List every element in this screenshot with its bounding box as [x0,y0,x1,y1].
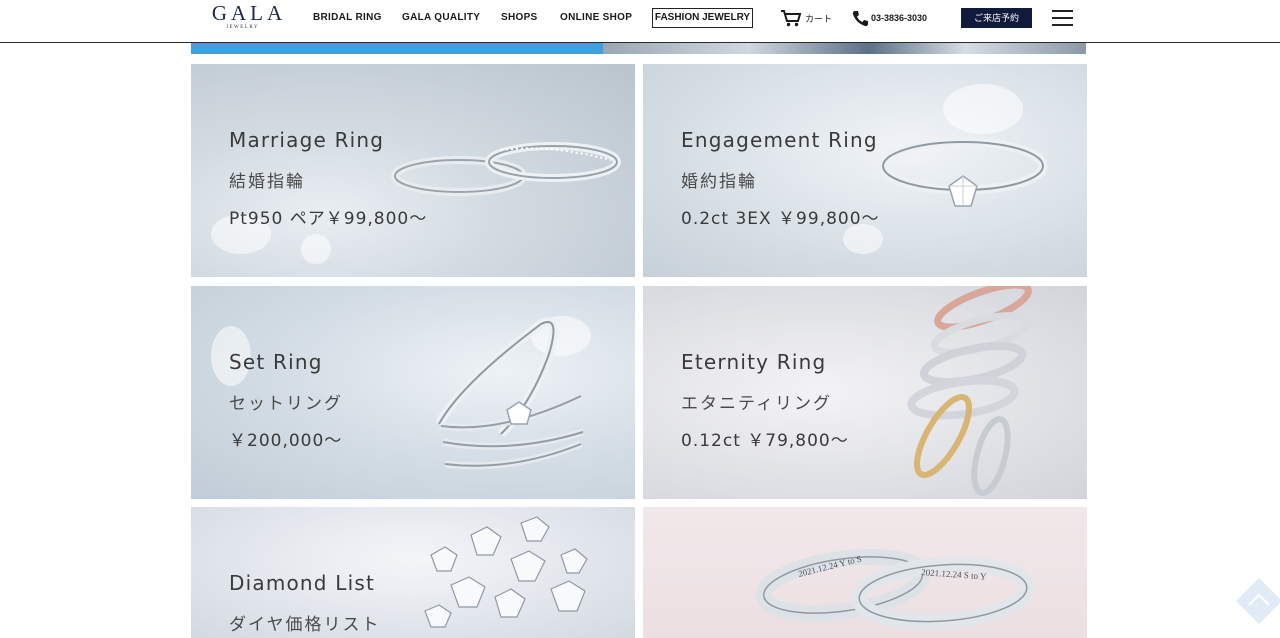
logo-wordmark: GALA [211,1,287,25]
diamonds-image [424,516,588,628]
phone-icon [852,10,868,26]
set-ring-image [435,317,585,470]
hamburger-menu-icon[interactable] [1052,10,1073,26]
nav-bridal-ring[interactable]: BRIDAL RING [313,12,382,23]
card-price: Pt950 ペア￥99,800〜 [229,209,428,229]
card-engraving-rings[interactable]: 2021.12.24 Y to S 2021.12.24 S to Y [643,507,1087,638]
cart-label: カート [805,13,833,24]
card-subtitle-ja: エタニティリング [681,394,832,414]
logo-subtext: JEWELRY [226,25,259,30]
card-title: Eternity Ring [681,350,827,374]
card-engagement-ring[interactable]: Engagement Ring 婚約指輪 0.2ct 3EX ￥99,800〜 [643,64,1087,277]
nav-online-shop[interactable]: ONLINE SHOP [560,12,632,23]
card-title: Marriage Ring [229,128,385,152]
card-title: Diamond List [229,571,376,595]
engagement-ring-image [879,137,1048,207]
card-price: 0.2ct 3EX ￥99,800〜 [681,209,880,229]
card-price: ￥200,000〜 [229,431,343,451]
card-marriage-ring[interactable]: Marriage Ring 結婚指輪 Pt950 ペア￥99,800〜 [191,64,635,277]
nav-shops[interactable]: SHOPS [501,12,538,23]
visit-reservation-button[interactable]: ご来店予約 [961,8,1032,28]
menu-bar [1052,17,1073,19]
sparkle [943,84,1023,134]
card-eternity-ring[interactable]: Eternity Ring エタニティリング 0.12ct ￥79,800〜 [643,286,1087,499]
fashion-jewelry-button[interactable]: FASHION JEWELRY [652,8,753,28]
eternity-ring-image [907,286,1032,496]
nav-gala-quality[interactable]: GALA QUALITY [402,12,480,23]
card-set-ring[interactable]: Set Ring セットリング ￥200,000〜 [191,286,635,499]
card-subtitle-ja: ダイヤ価格リスト [229,615,381,635]
card-title: Engagement Ring [681,128,878,152]
top-banner[interactable] [191,43,1086,54]
card-subtitle-ja: セットリング [229,394,343,414]
menu-bar [1052,24,1073,26]
card-subtitle-ja: 結婚指輪 [229,172,305,192]
phone-link[interactable]: 03-3836-3030 [852,8,927,28]
site-header: GALA JEWELRY BRIDAL RING GALA QUALITY SH… [0,0,1280,43]
banner-blue-panel [191,43,603,54]
card-diamond-list[interactable]: Diamond List ダイヤ価格リスト [191,507,635,638]
menu-bar [1052,10,1073,12]
cart-icon [781,10,802,27]
engraved-rings-image: 2021.12.24 Y to S 2021.12.24 S to Y [755,548,1035,630]
banner-photo [603,43,1086,54]
card-title: Set Ring [229,350,323,374]
phone-number: 03-3836-3030 [871,13,928,23]
marriage-ring-image [391,142,621,196]
card-price: 0.12ct ￥79,800〜 [681,431,849,451]
sparkle [301,234,331,264]
cart-link[interactable]: カート [780,8,832,28]
scroll-to-top-icon[interactable] [1236,578,1280,624]
card-subtitle-ja: 婚約指輪 [681,172,757,192]
gala-logo[interactable]: GALA JEWELRY [204,2,294,34]
